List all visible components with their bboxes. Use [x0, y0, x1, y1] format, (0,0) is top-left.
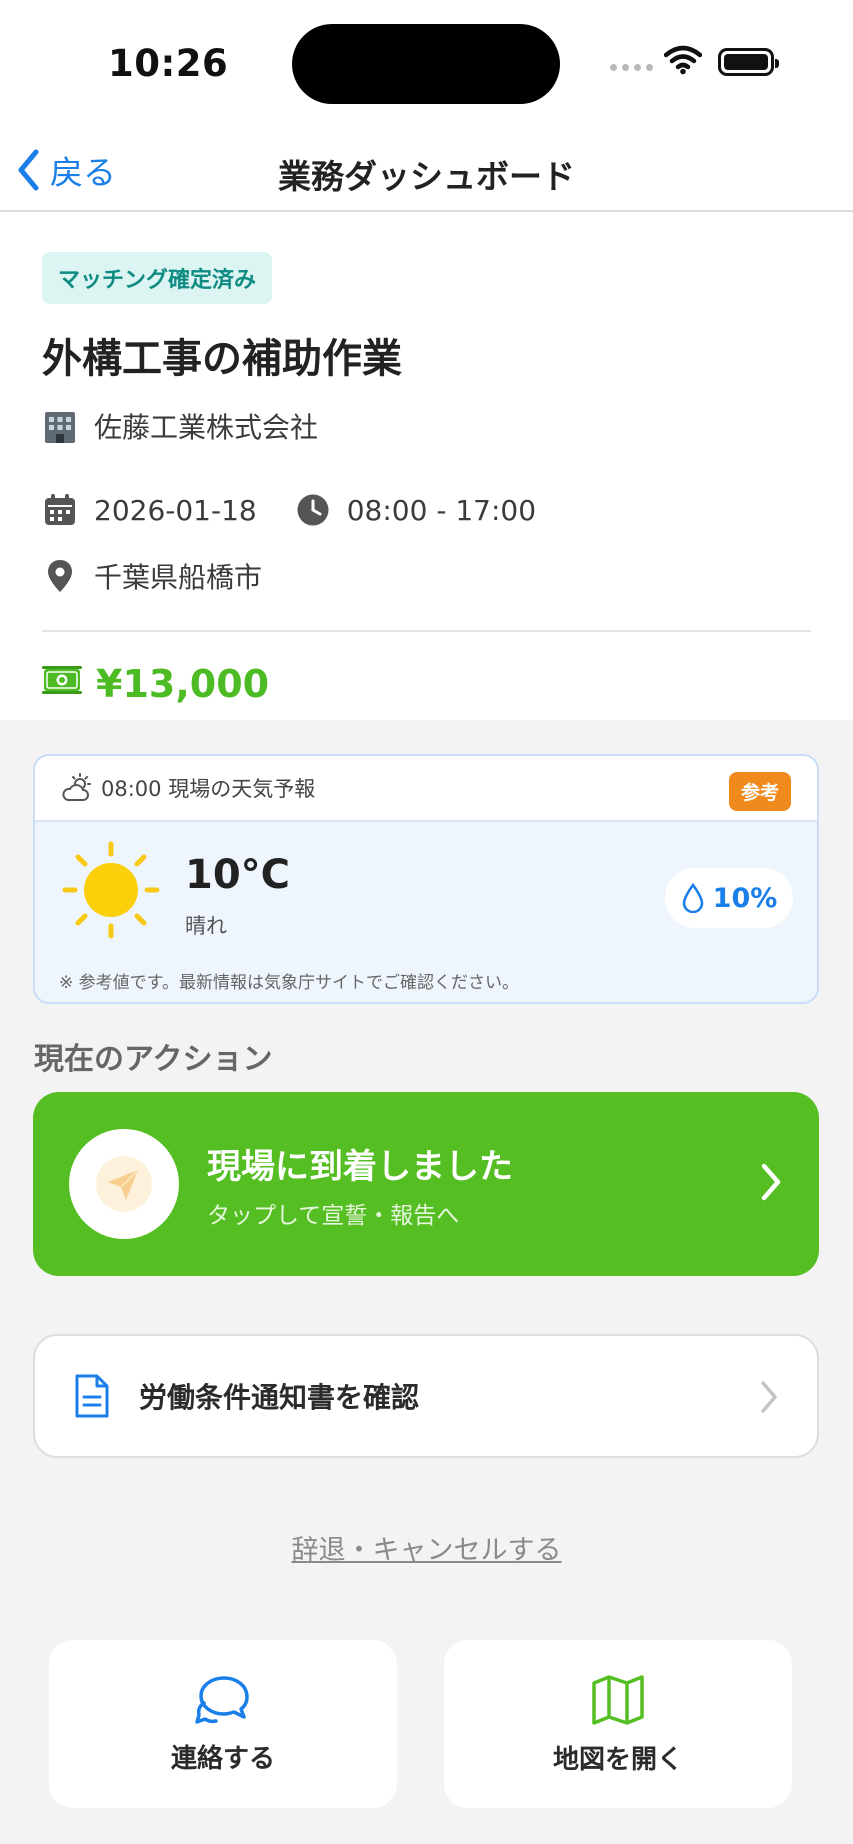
- precipitation-value: 10%: [712, 882, 778, 914]
- droplet-icon: [682, 883, 703, 913]
- sun-icon: [62, 841, 160, 939]
- money-icon: [42, 662, 82, 706]
- pay-row: ¥13,000: [42, 662, 811, 706]
- contact-button[interactable]: 連絡する: [49, 1640, 397, 1808]
- dynamic-island: [292, 24, 560, 104]
- weather-header-label: 08:00 現場の天気予報: [101, 777, 316, 801]
- wifi-icon: [664, 45, 702, 75]
- open-map-label: 地図を開く: [552, 1744, 683, 1775]
- company-row: 佐藤工業株式会社: [42, 406, 811, 446]
- labor-conditions-label: 労働条件通知書を確認: [139, 1381, 420, 1414]
- match-status-badge: マッチング確定済み: [42, 252, 273, 304]
- status-time: 10:26: [108, 42, 229, 85]
- calendar-icon: [42, 492, 78, 528]
- action-subtitle: タップして宣誓・報告へ: [207, 1202, 460, 1229]
- reference-badge: 参考: [728, 772, 791, 811]
- arrival-report-button[interactable]: 現場に到着しました タップして宣誓・報告へ: [33, 1092, 819, 1276]
- company-name: 佐藤工業株式会社: [94, 411, 319, 444]
- section-heading: 現在のアクション: [34, 1042, 273, 1077]
- top-section: 10:26 戻る 業務ダッシュボード マッチング確定済み 外構工事の補助作業 佐…: [0, 0, 853, 720]
- battery-icon: [718, 48, 779, 76]
- cancel-link[interactable]: 辞退・キャンセルする: [0, 1528, 853, 1567]
- status-bar: 10:26: [0, 0, 853, 126]
- location-pin-icon: [42, 558, 78, 594]
- weather-header: 08:00 現場の天気予報 参考: [35, 756, 817, 822]
- labor-conditions-button[interactable]: 労働条件通知書を確認: [33, 1334, 819, 1458]
- action-icon-circle: [69, 1129, 179, 1239]
- chat-bubbles-icon: [195, 1675, 249, 1724]
- job-title: 外構工事の補助作業: [42, 336, 402, 382]
- divider: [42, 630, 811, 632]
- contact-label: 連絡する: [170, 1743, 275, 1774]
- weather-card: 08:00 現場の天気予報 参考 10°C 晴れ 10% ※ 参考値です。最新情…: [33, 754, 819, 1004]
- open-map-button[interactable]: 地図を開く: [444, 1640, 792, 1808]
- job-location: 千葉県船橋市: [94, 561, 263, 594]
- action-title: 現場に到着しました: [207, 1146, 513, 1187]
- job-date: 2026-01-18: [94, 493, 257, 527]
- pay-amount: ¥13,000: [96, 662, 270, 706]
- datetime-row: 2026-01-18 08:00 - 17:00: [42, 492, 811, 528]
- paper-plane-icon: [96, 1156, 152, 1212]
- chevron-right-icon: [761, 1163, 781, 1201]
- action-text: 現場に到着しました タップして宣誓・報告へ: [207, 1139, 513, 1230]
- temperature: 10°C: [185, 852, 291, 898]
- navigation-bar: 戻る 業務ダッシュボード: [0, 126, 853, 212]
- job-summary: マッチング確定済み 外構工事の補助作業 佐藤工業株式会社 2026-01-18 …: [0, 212, 853, 720]
- map-icon: [592, 1674, 644, 1725]
- weather-body: 10°C 晴れ 10% ※ 参考値です。最新情報は気象庁サイトでご確認ください。: [35, 822, 817, 1002]
- cloud-sun-icon: [62, 773, 91, 801]
- weather-condition: 晴れ: [185, 914, 227, 938]
- document-icon: [75, 1374, 109, 1418]
- job-time-range: 08:00 - 17:00: [346, 493, 537, 527]
- weather-note: ※ 参考値です。最新情報は気象庁サイトでご確認ください。: [59, 973, 519, 993]
- cellular-signal-icon: [610, 64, 653, 71]
- location-row: 千葉県船橋市: [42, 556, 811, 596]
- chevron-right-icon: [761, 1381, 777, 1413]
- precipitation-pill: 10%: [665, 868, 793, 928]
- page-title: 業務ダッシュボード: [278, 157, 575, 196]
- clock-icon: [295, 492, 331, 528]
- building-icon: [42, 408, 78, 444]
